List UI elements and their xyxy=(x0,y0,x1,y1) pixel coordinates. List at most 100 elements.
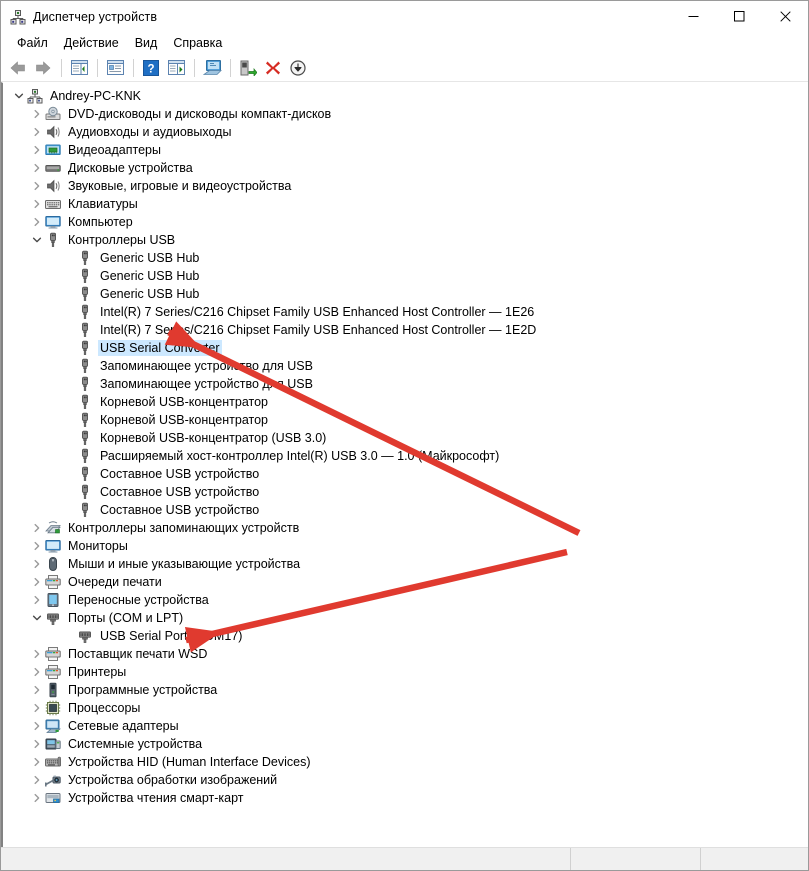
chevron-right-icon[interactable] xyxy=(29,106,45,122)
tree-node-label: Контроллеры USB xyxy=(68,233,176,247)
menu-action[interactable]: Действие xyxy=(56,34,127,52)
tree-node[interactable]: Программные устройства xyxy=(3,681,808,699)
tree-node[interactable]: Поставщик печати WSD xyxy=(3,645,808,663)
tree-node[interactable]: Процессоры xyxy=(3,699,808,717)
chevron-right-icon[interactable] xyxy=(29,556,45,572)
chevron-right-icon[interactable] xyxy=(29,124,45,140)
tree-node[interactable]: Аудиовходы и аудиовыходы xyxy=(3,123,808,141)
maximize-button[interactable] xyxy=(716,1,762,32)
chevron-down-icon[interactable] xyxy=(29,232,45,248)
tree-node[interactable]: USB Serial Converter xyxy=(3,339,808,357)
tree-node[interactable]: Составное USB устройство xyxy=(3,501,808,519)
tree-node[interactable]: Устройства обработки изображений xyxy=(3,771,808,789)
tree-node-label: Generic USB Hub xyxy=(100,287,200,301)
tree-node[interactable]: Переносные устройства xyxy=(3,591,808,609)
tree-node[interactable]: Системные устройства xyxy=(3,735,808,753)
menu-help[interactable]: Справка xyxy=(165,34,230,52)
tree-node-label: Сетевые адаптеры xyxy=(68,719,179,733)
tree-node[interactable]: DVD-дисководы и дисководы компакт-дисков xyxy=(3,105,808,123)
menu-file[interactable]: Файл xyxy=(9,34,56,52)
usb-icon xyxy=(77,322,93,338)
tree-node[interactable]: Видеоадаптеры xyxy=(3,141,808,159)
tree-node[interactable]: Контроллеры запоминающих устройств xyxy=(3,519,808,537)
tree-node[interactable]: Запоминающее устройство для USB xyxy=(3,357,808,375)
chevron-right-icon[interactable] xyxy=(29,754,45,770)
tree-node[interactable]: Generic USB Hub xyxy=(3,285,808,303)
tree-node[interactable]: Принтеры xyxy=(3,663,808,681)
close-button[interactable] xyxy=(762,1,808,32)
chevron-right-icon[interactable] xyxy=(29,790,45,806)
chevron-right-icon[interactable] xyxy=(29,160,45,176)
chevron-right-icon[interactable] xyxy=(29,664,45,680)
tree-node[interactable]: Очереди печати xyxy=(3,573,808,591)
chevron-down-icon[interactable] xyxy=(29,610,45,626)
chevron-right-icon[interactable] xyxy=(29,574,45,590)
tree-node[interactable]: Мыши и иные указывающие устройства xyxy=(3,555,808,573)
chevron-right-icon[interactable] xyxy=(29,718,45,734)
disk-drive-icon xyxy=(45,160,61,176)
toolbar-separator xyxy=(133,58,134,77)
software-device-icon xyxy=(45,682,61,698)
chevron-right-icon[interactable] xyxy=(29,592,45,608)
toolbar-separator xyxy=(61,58,62,77)
chevron-down-icon[interactable] xyxy=(11,88,27,104)
tree-node[interactable]: Сетевые адаптеры xyxy=(3,717,808,735)
chevron-right-icon[interactable] xyxy=(29,178,45,194)
disable-device-icon[interactable] xyxy=(286,56,310,80)
chevron-right-icon[interactable] xyxy=(29,646,45,662)
chevron-right-icon[interactable] xyxy=(29,700,45,716)
tree-node[interactable]: Generic USB Hub xyxy=(3,267,808,285)
tree-node[interactable]: Запоминающее устройство для USB xyxy=(3,375,808,393)
tree-node[interactable]: Компьютер xyxy=(3,213,808,231)
chevron-right-icon[interactable] xyxy=(29,772,45,788)
chevron-right-icon[interactable] xyxy=(29,142,45,158)
status-pane-b xyxy=(701,848,808,870)
tree-node[interactable]: Контроллеры USB xyxy=(3,231,808,249)
chevron-right-icon[interactable] xyxy=(29,736,45,752)
tree-node[interactable]: Andrey-PC-KNK xyxy=(3,87,808,105)
tree-node[interactable]: Составное USB устройство xyxy=(3,465,808,483)
enable-device-icon[interactable] xyxy=(236,56,260,80)
uninstall-device-icon[interactable] xyxy=(261,56,285,80)
show-hide-console-tree-icon[interactable] xyxy=(67,56,91,80)
chevron-right-icon[interactable] xyxy=(29,520,45,536)
device-tree[interactable]: Andrey-PC-KNK DVD-дисководы и дисководы к… xyxy=(1,82,808,847)
tree-node-label: Системные устройства xyxy=(68,737,203,751)
tree-node[interactable]: Расширяемый хост-контроллер Intel(R) USB… xyxy=(3,447,808,465)
chevron-right-icon[interactable] xyxy=(29,682,45,698)
toolbar-separator xyxy=(194,58,195,77)
svg-text:?: ? xyxy=(147,63,154,75)
back-icon[interactable] xyxy=(6,56,30,80)
menu-bar: Файл Действие Вид Справка xyxy=(1,32,808,54)
update-driver-icon[interactable] xyxy=(200,56,224,80)
forward-icon[interactable] xyxy=(31,56,55,80)
usb-icon xyxy=(77,250,93,266)
tree-node[interactable]: Корневой USB-концентратор xyxy=(3,411,808,429)
tree-node[interactable]: Intel(R) 7 Series/C216 Chipset Family US… xyxy=(3,303,808,321)
tree-node[interactable]: Устройства HID (Human Interface Devices) xyxy=(3,753,808,771)
minimize-button[interactable] xyxy=(670,1,716,32)
tree-node[interactable]: Мониторы xyxy=(3,537,808,555)
menu-view[interactable]: Вид xyxy=(127,34,166,52)
properties-icon[interactable] xyxy=(103,56,127,80)
help-icon[interactable]: ? xyxy=(139,56,163,80)
usb-icon xyxy=(77,358,93,374)
keyboard-icon xyxy=(45,196,61,212)
tree-node[interactable]: Клавиатуры xyxy=(3,195,808,213)
tree-node[interactable]: USB Serial Port (COM17) xyxy=(3,627,808,645)
chevron-right-icon[interactable] xyxy=(29,538,45,554)
tree-node[interactable]: Устройства чтения смарт-карт xyxy=(3,789,808,807)
tree-node[interactable]: Intel(R) 7 Series/C216 Chipset Family US… xyxy=(3,321,808,339)
tree-node-label: Составное USB устройство xyxy=(100,467,260,481)
tree-node[interactable]: Корневой USB-концентратор xyxy=(3,393,808,411)
chevron-right-icon[interactable] xyxy=(29,196,45,212)
chevron-placeholder xyxy=(61,448,77,464)
tree-node[interactable]: Звуковые, игровые и видеоустройства xyxy=(3,177,808,195)
scan-hardware-changes-icon[interactable] xyxy=(164,56,188,80)
chevron-right-icon[interactable] xyxy=(29,214,45,230)
tree-node[interactable]: Generic USB Hub xyxy=(3,249,808,267)
tree-node[interactable]: Дисковые устройства xyxy=(3,159,808,177)
tree-node[interactable]: Порты (COM и LPT) xyxy=(3,609,808,627)
tree-node[interactable]: Корневой USB-концентратор (USB 3.0) xyxy=(3,429,808,447)
tree-node[interactable]: Составное USB устройство xyxy=(3,483,808,501)
